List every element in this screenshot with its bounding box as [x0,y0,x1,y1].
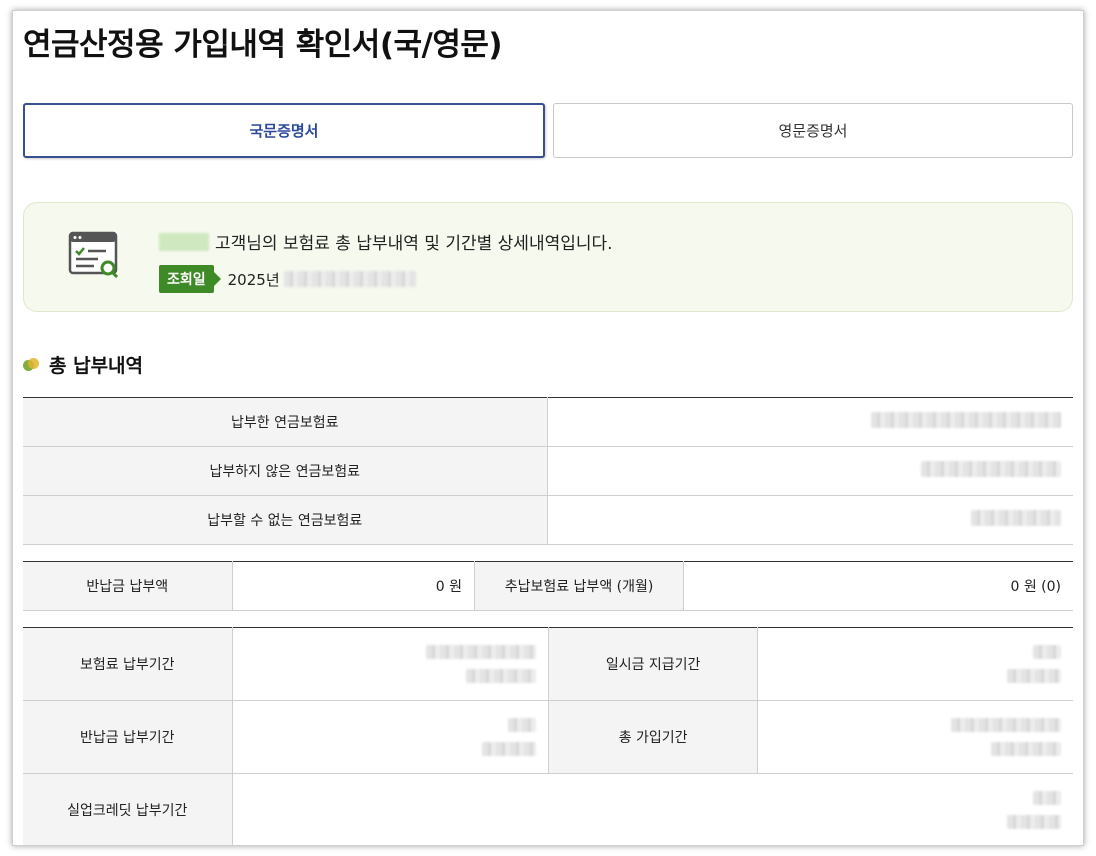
query-date-badge: 조회일 [159,265,221,293]
query-date-year: 2025년 [227,270,280,289]
table-row: 납부하지 않은 연금보험료 [23,446,1073,496]
tab-korean-certificate[interactable]: 국문증명서 [23,103,545,158]
masked-value [547,397,1073,447]
row-label: 일시금 지급기간 [548,627,759,701]
query-date: 조회일 2025년 [159,265,416,293]
row-label: 납부할 수 없는 연금보험료 [23,495,548,545]
table-row: 납부한 연금보험료 [23,397,1073,447]
table-row: 보험료 납부기간 일시금 지급기간 [23,627,1073,701]
period-table: 보험료 납부기간 일시금 지급기간 반납금 납부기간 총 가입기간 실업크레딧 … [23,627,1073,845]
payment-summary-table: 납부한 연금보험료 납부하지 않은 연금보험료 납부할 수 없는 연금보험료 [23,397,1073,545]
table-row: 반납금 납부기간 총 가입기간 [23,700,1073,774]
table-row: 납부할 수 없는 연금보험료 [23,495,1073,545]
masked-value [232,773,1073,845]
masked-value [757,700,1073,774]
table-row: 반납금 납부액 0 원 추납보험료 납부액 (개월) 0 원 (0) [23,561,1073,611]
masked-customer-name [159,232,209,251]
section-bullet-icon [23,357,41,373]
section-title-text: 총 납부내역 [49,355,144,377]
document-search-icon [68,231,119,279]
masked-value [547,495,1073,545]
row-label: 총 가입기간 [548,700,759,774]
masked-value [757,627,1073,701]
row-label: 실업크레딧 납부기간 [23,773,233,845]
certificate-tabs: 국문증명서 영문증명서 [23,103,1073,158]
tab-english-certificate[interactable]: 영문증명서 [553,103,1073,158]
refund-value: 0 원 [232,561,476,611]
row-label: 반납금 납부기간 [23,700,233,774]
row-label: 납부하지 않은 연금보험료 [23,446,548,496]
row-label: 납부한 연금보험료 [23,397,548,447]
page-title: 연금산정용 가입내역 확인서(국/영문) [23,27,503,63]
app-frame: 연금산정용 가입내역 확인서(국/영문) 국문증명서 영문증명서 고객님의 보험… [12,10,1084,846]
info-message: 고객님의 보험료 총 납부내역 및 기간별 상세내역입니다. [159,229,613,254]
info-message-text: 고객님의 보험료 총 납부내역 및 기간별 상세내역입니다. [215,234,613,254]
refund-label: 반납금 납부액 [23,561,233,611]
masked-value [232,700,550,774]
additional-payment-label: 추납보험료 납부액 (개월) [474,561,685,611]
info-box: 고객님의 보험료 총 납부내역 및 기간별 상세내역입니다. 조회일 2025년 [23,202,1073,312]
masked-date [283,271,416,287]
section-title: 총 납부내역 [23,351,143,378]
table-row: 실업크레딧 납부기간 [23,773,1073,845]
masked-value [547,446,1073,496]
row-label: 보험료 납부기간 [23,627,233,701]
refund-table: 반납금 납부액 0 원 추납보험료 납부액 (개월) 0 원 (0) [23,561,1073,611]
additional-payment-value: 0 원 (0) [683,561,1073,611]
masked-value [232,627,550,701]
